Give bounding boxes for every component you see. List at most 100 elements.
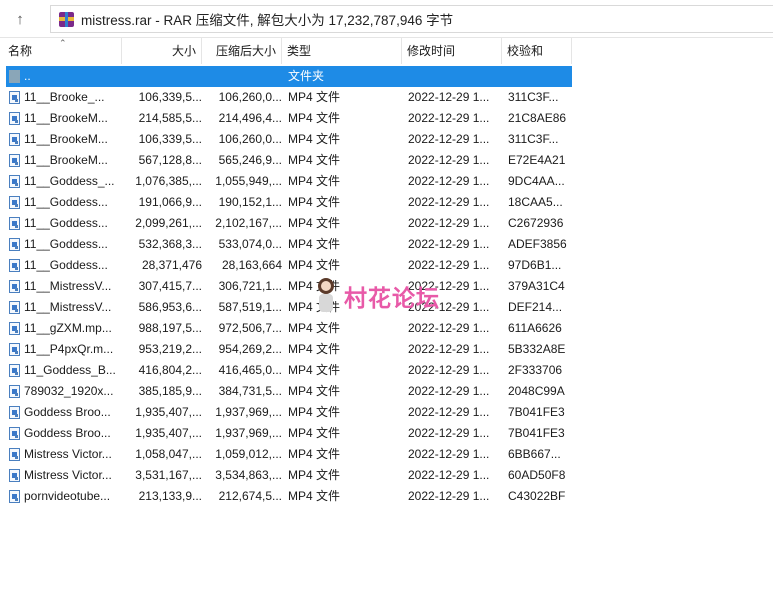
file-checksum: 379A31C4 (508, 279, 565, 293)
file-row[interactable]: 11__gZXM.mp... 988,197,5... 972,506,7... MP… (6, 318, 572, 339)
column-type-label: 类型 (287, 44, 312, 58)
file-size: 988,197,5... (138, 321, 202, 335)
file-name: 11__Goddess... (24, 216, 108, 230)
mp4-file-icon (9, 217, 20, 230)
file-checksum: 6BB667... (508, 447, 561, 461)
file-size: 1,935,407,... (135, 405, 202, 419)
file-row[interactable]: 789032_1920x... 385,185,9... 384,731,5... M… (6, 381, 572, 402)
address-bar[interactable]: mistress.rar - RAR 压缩文件, 解包大小为 17,232,78… (50, 5, 773, 33)
file-list: .. 文件夹 11__Brooke_... 106,339,5... 106,260… (0, 64, 773, 596)
file-row[interactable]: 11__BrookeM... 567,128,8... 565,246,9... MP… (6, 150, 572, 171)
file-packed-size: 214,496,4... (218, 111, 282, 125)
file-row[interactable]: Mistress Victor... 3,531,167,... 3,534,863… (6, 465, 572, 486)
file-checksum: 311C3F... (508, 132, 559, 146)
file-checksum: ADEF3856 (508, 237, 567, 251)
file-modified: 2022-12-29 1... (408, 111, 490, 125)
column-size[interactable]: 大小 (122, 38, 202, 64)
up-arrow-icon[interactable]: ↑ (7, 8, 33, 30)
file-size: 1,076,385,... (135, 174, 202, 188)
file-size: 416,804,2... (138, 363, 202, 377)
file-packed-size: 2,102,167,... (215, 216, 282, 230)
file-type: MP4 文件 (288, 363, 341, 377)
watermark: 村花论坛 (312, 274, 472, 318)
file-name: 11__P4pxQr.m... (24, 342, 114, 356)
file-type: MP4 文件 (288, 195, 341, 209)
parent-folder-row[interactable]: .. 文件夹 (6, 66, 572, 87)
file-type: MP4 文件 (288, 174, 341, 188)
file-checksum: C43022BF (508, 489, 566, 503)
column-size-label: 大小 (171, 44, 196, 58)
file-row[interactable]: Mistress Victor... 1,058,047,... 1,059,012… (6, 444, 572, 465)
mp4-file-icon (9, 322, 20, 335)
file-packed-size: 1,059,012,... (215, 447, 282, 461)
file-checksum: 21C8AE86 (508, 111, 567, 125)
file-type: MP4 文件 (288, 111, 341, 125)
file-row[interactable]: 11__Goddess... 532,368,3... 533,074,0... MP… (6, 234, 572, 255)
mp4-file-icon (9, 259, 20, 272)
file-type: MP4 文件 (288, 132, 341, 146)
file-row[interactable]: 11__MistressV... 307,415,7... 306,721,1...… (6, 276, 572, 297)
file-size: 1,935,407,... (135, 426, 202, 440)
file-size: 953,219,2... (138, 342, 202, 356)
file-row[interactable]: 11__Brooke_... 106,339,5... 106,260,0... MP… (6, 87, 572, 108)
file-type: MP4 文件 (288, 321, 341, 335)
folder-up-icon (9, 70, 20, 83)
mp4-file-icon (9, 301, 20, 314)
file-size: 567,128,8... (138, 153, 202, 167)
file-type: MP4 文件 (288, 90, 341, 104)
file-checksum: E72E4A21 (508, 153, 566, 167)
file-size: 106,339,5... (138, 132, 202, 146)
file-row[interactable]: Goddess Broo... 1,935,407,... 1,937,969,..… (6, 402, 572, 423)
file-row[interactable]: 11__MistressV... 586,953,6... 587,519,1...… (6, 297, 572, 318)
mp4-file-icon (9, 91, 20, 104)
watermark-text: 村花论坛 (344, 286, 440, 312)
column-name-label: 名称 (8, 44, 33, 58)
file-name: 11__MistressV... (24, 300, 112, 314)
file-row[interactable]: Goddess Broo... 1,935,407,... 1,937,969,..… (6, 423, 572, 444)
file-row[interactable]: 11__BrookeM... 214,585,5... 214,496,4... MP… (6, 108, 572, 129)
column-packed-label: 压缩后大小 (215, 44, 276, 58)
file-checksum: 2F333706 (508, 363, 563, 377)
file-packed-size: 106,260,0... (218, 132, 282, 146)
file-row[interactable]: 11__BrookeM... 106,339,5... 106,260,0... MP… (6, 129, 572, 150)
column-packed-size[interactable]: 压缩后大小 (202, 38, 282, 64)
file-packed-size: 587,519,1... (218, 300, 282, 314)
file-packed-size: 106,260,0... (218, 90, 282, 104)
file-row[interactable]: 11__Goddess... 2,099,261,... 2,102,167,...… (6, 213, 572, 234)
file-row[interactable]: pornvideotube... 213,133,9... 212,674,5...… (6, 486, 572, 507)
file-row[interactable]: 11_Goddess_B... 416,804,2... 416,465,0... M… (6, 360, 572, 381)
file-row[interactable]: 11__P4pxQr.m... 953,219,2... 954,269,2... M… (6, 339, 572, 360)
rar-archive-icon (58, 11, 75, 28)
file-row[interactable]: 11__Goddess... 191,066,9... 190,152,1... MP… (6, 192, 572, 213)
archive-path: mistress.rar - RAR 压缩文件, 解包大小为 17,232,78… (81, 13, 454, 28)
file-packed-size: 384,731,5... (218, 384, 282, 398)
column-modified[interactable]: 修改时间 (402, 38, 502, 64)
file-type: MP4 文件 (288, 216, 341, 230)
file-type: MP4 文件 (288, 468, 341, 482)
file-checksum: 611A6626 (508, 321, 562, 335)
column-type[interactable]: 类型 (282, 38, 402, 64)
file-modified: 2022-12-29 1... (408, 321, 490, 335)
file-modified: 2022-12-29 1... (408, 342, 490, 356)
mp4-file-icon (9, 406, 20, 419)
file-packed-size: 1,937,969,... (215, 405, 282, 419)
file-size: 532,368,3... (138, 237, 202, 251)
file-modified: 2022-12-29 1... (408, 174, 490, 188)
column-checksum[interactable]: 校验和 (502, 38, 572, 64)
file-name: 11__Goddess... (24, 258, 108, 272)
file-checksum: DEF214... (508, 300, 563, 314)
file-type: MP4 文件 (288, 342, 341, 356)
file-packed-size: 3,534,863,... (215, 468, 282, 482)
file-modified: 2022-12-29 1... (408, 405, 490, 419)
file-row[interactable]: 11__Goddess_... 1,076,385,... 1,055,949,..… (6, 171, 572, 192)
file-type: MP4 文件 (288, 405, 341, 419)
file-size: 1,058,047,... (135, 447, 202, 461)
file-checksum: 7B041FE3 (508, 426, 565, 440)
mp4-file-icon (9, 175, 20, 188)
file-packed-size: 416,465,0... (218, 363, 282, 377)
file-size: 213,133,9... (138, 489, 202, 503)
file-packed-size: 565,246,9... (218, 153, 282, 167)
file-packed-size: 972,506,7... (218, 321, 282, 335)
file-row[interactable]: 11__Goddess... 28,371,476 28,163,664 MP4 文件… (6, 255, 572, 276)
file-type: MP4 文件 (288, 426, 341, 440)
